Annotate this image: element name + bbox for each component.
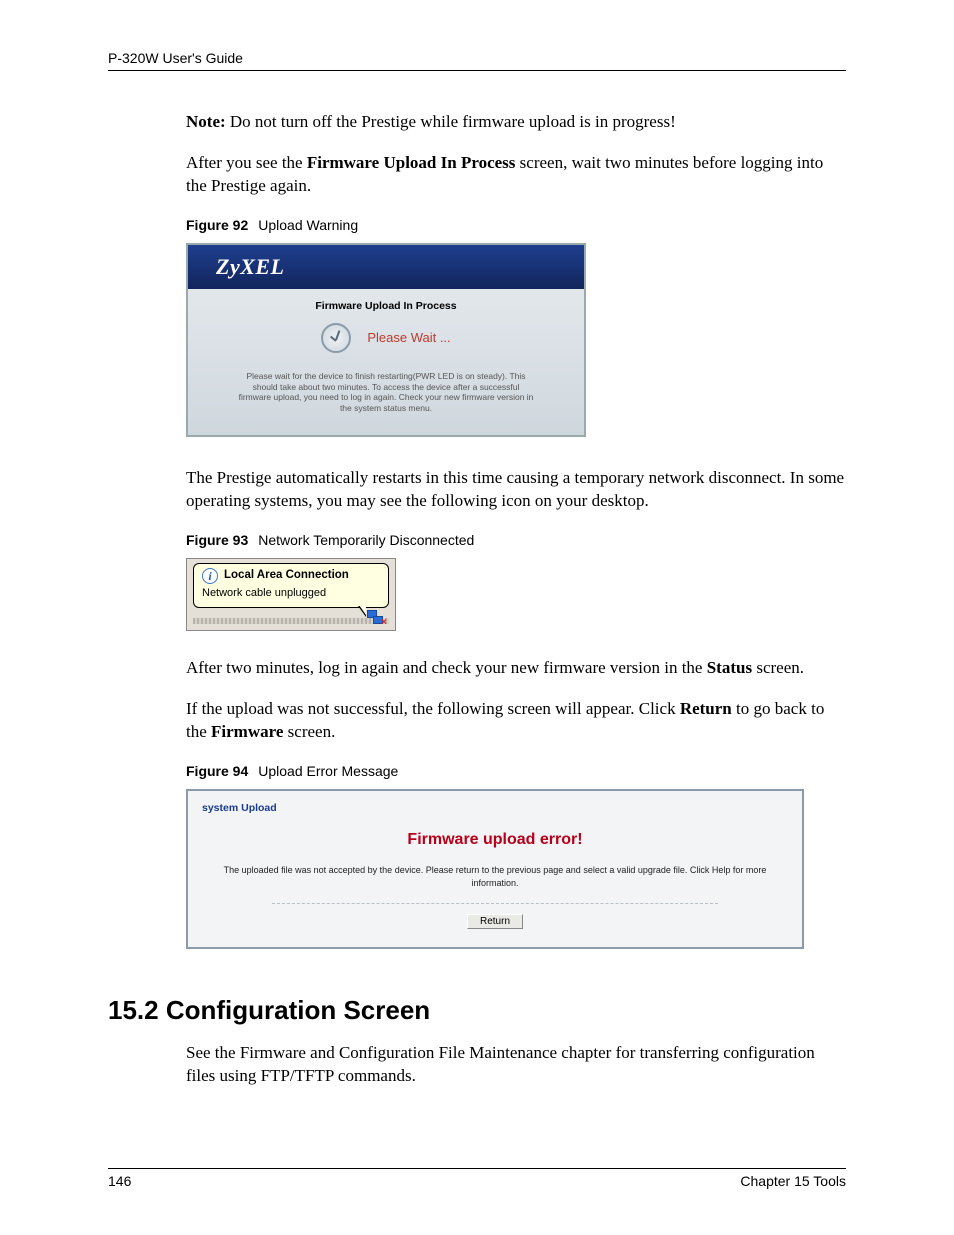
- figure93: i Local Area Connection Network cable un…: [186, 558, 396, 631]
- figure94: system Upload Firmware upload error! The…: [186, 789, 804, 949]
- figure93-caption: Figure 93Network Temporarily Disconnecte…: [186, 531, 846, 550]
- network-disconnected-icon: ×: [367, 610, 385, 626]
- return-button[interactable]: Return: [467, 914, 523, 929]
- figure94-message: The uploaded file was not accepted by th…: [202, 864, 788, 902]
- chapter-label: Chapter 15 Tools: [740, 1173, 846, 1189]
- balloon-title: Local Area Connection: [224, 568, 349, 584]
- page-header: P-320W User's Guide: [108, 50, 846, 71]
- section-body-wrap: See the Firmware and Configuration File …: [186, 1042, 846, 1088]
- please-wait-text: Please Wait ...: [367, 329, 450, 347]
- taskbar-strip: [193, 618, 389, 624]
- figure92-message: Please wait for the device to finish res…: [188, 371, 584, 436]
- document-page: P-320W User's Guide Note: Do not turn of…: [0, 0, 954, 1235]
- note-label: Note:: [186, 112, 226, 131]
- para-upload-fail: If the upload was not successful, the fo…: [186, 698, 846, 744]
- balloon-body: Network cable unplugged: [202, 586, 380, 601]
- section-body: See the Firmware and Configuration File …: [186, 1042, 846, 1088]
- figure92-caption: Figure 92Upload Warning: [186, 216, 846, 235]
- note-line: Note: Do not turn off the Prestige while…: [186, 111, 846, 134]
- figure92-header: ZyXEL: [188, 245, 584, 289]
- body-content: Note: Do not turn off the Prestige while…: [186, 111, 846, 949]
- page-footer: 146 Chapter 15 Tools: [108, 1168, 846, 1189]
- figure94-error: Firmware upload error!: [202, 825, 788, 865]
- para-two-minutes: After two minutes, log in again and chec…: [186, 657, 846, 680]
- page-number: 146: [108, 1173, 131, 1189]
- figure94-caption: Figure 94Upload Error Message: [186, 762, 846, 781]
- note-text: Do not turn off the Prestige while firmw…: [226, 112, 676, 131]
- para-firmware-wait: After you see the Firmware Upload In Pro…: [186, 152, 846, 198]
- figure92-title: Firmware Upload In Process: [188, 289, 584, 317]
- section-heading: 15.2 Configuration Screen: [108, 995, 846, 1026]
- clock-icon: [321, 323, 351, 353]
- balloon-tail: [358, 606, 366, 617]
- figure92: ZyXEL Firmware Upload In Process Please …: [186, 243, 586, 438]
- info-icon: i: [202, 568, 218, 584]
- figure92-wait-row: Please Wait ...: [188, 317, 584, 371]
- para-restart: The Prestige automatically restarts in t…: [186, 467, 846, 513]
- figure94-divider: [272, 903, 718, 904]
- zyxel-logo: ZyXEL: [216, 252, 285, 282]
- figure94-breadcrumb: system Upload: [202, 801, 788, 825]
- balloon-tip: i Local Area Connection Network cable un…: [193, 563, 389, 608]
